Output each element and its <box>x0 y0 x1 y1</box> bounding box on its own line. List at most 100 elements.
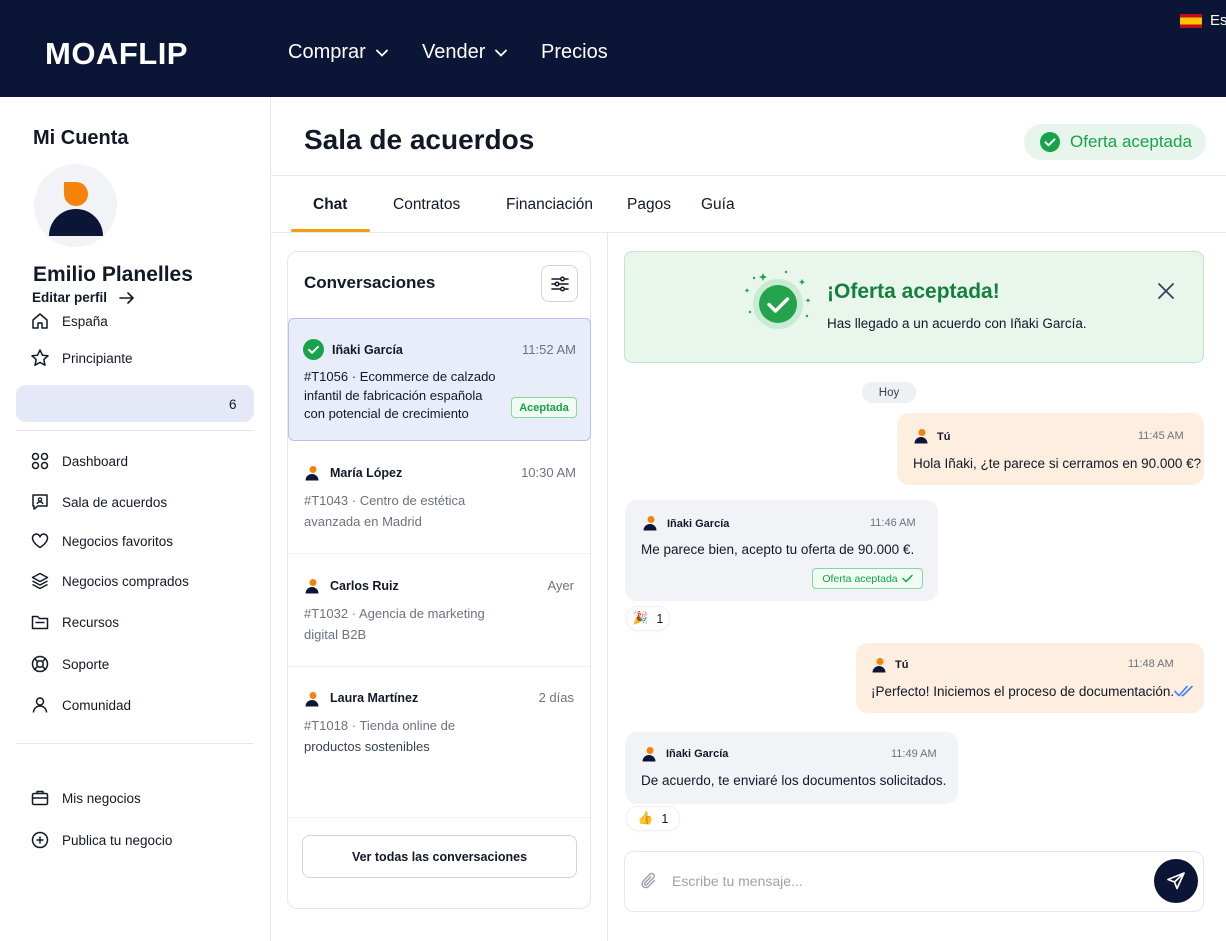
account-sidebar: Mi Cuenta Emilio Planelles <box>0 97 271 941</box>
sidebar-item-sala-de-acuerdos[interactable]: Sala de acuerdos <box>30 492 167 512</box>
success-check-icon <box>744 270 811 329</box>
deal-title-line: productos sostenibles <box>304 739 430 754</box>
sidebar-item-count-badge: 6 <box>229 397 237 412</box>
profile-location-label: España <box>62 313 108 329</box>
message-text: Hola Iñaki, ¿te parece si cerramos en 90… <box>913 456 1202 471</box>
sidebar-item-mis-negocios[interactable]: Mis negocios <box>30 788 141 808</box>
moaflip-logo[interactable]: MOAFLIP <box>45 36 188 72</box>
deal-title-line: infantil de fabricación española <box>304 387 483 403</box>
conversation-name: Carlos Ruiz <box>330 579 399 593</box>
banner-text: Has llegado a un acuerdo con Iñaki Garcí… <box>827 316 1087 331</box>
send-icon <box>1167 872 1185 890</box>
conversation-name: María López <box>330 466 403 480</box>
accepted-badge: Aceptada <box>511 397 577 418</box>
heart-icon <box>31 533 49 549</box>
status-badge: Oferta aceptada <box>1024 124 1206 160</box>
avatar <box>34 164 117 247</box>
see-all-conversations-button[interactable]: Ver todas las conversaciones <box>302 835 577 878</box>
nav-precios[interactable]: Precios <box>541 41 608 64</box>
home-icon <box>32 313 48 329</box>
message-time: 11:49 AM <box>891 748 937 760</box>
message-author: Iñaki García <box>667 518 730 530</box>
chevron-down-icon <box>495 49 508 57</box>
top-navigation-bar: MOAFLIP Comprar Vender Precios Es <box>0 0 1226 97</box>
deal-code: #T1043 <box>304 493 349 508</box>
conversations-title: Conversaciones <box>304 273 436 292</box>
deal-title-line: avanzada en Madrid <box>304 514 422 529</box>
header-divider <box>271 175 1226 176</box>
chevron-down-icon <box>375 49 388 57</box>
sidebar-item-negocios-comprados[interactable]: Negocios comprados <box>30 571 189 591</box>
nav-vender[interactable]: Vender <box>422 41 508 64</box>
person-icon <box>305 466 319 481</box>
nav-vender-label: Vender <box>422 41 486 63</box>
send-button[interactable] <box>1154 859 1198 903</box>
sidebar-item-dashboard[interactable]: Dashboard <box>30 451 128 471</box>
deal-code: #T1018 <box>304 718 349 733</box>
banner-title: ¡Oferta aceptada! <box>827 280 1000 303</box>
message-input[interactable] <box>672 870 1132 892</box>
arrow-right-icon <box>119 291 134 304</box>
deal-code: #T1032 <box>304 606 349 621</box>
sidebar-item-label: Dashboard <box>62 453 129 469</box>
briefcase-icon <box>31 790 49 806</box>
nav-comprar[interactable]: Comprar <box>288 41 388 64</box>
conversation-description: #T1018 · Tienda online de productos sost… <box>304 715 504 757</box>
offer-accepted-tag: Oferta aceptada <box>812 568 923 589</box>
chat-square-icon <box>32 494 48 510</box>
tab-guia[interactable]: Guía <box>701 196 735 214</box>
sidebar-item-label: Soporte <box>62 656 110 672</box>
person-icon <box>914 429 928 444</box>
separator-dot: · <box>351 369 357 384</box>
sidebar-item-recursos[interactable]: Recursos <box>30 612 119 632</box>
sidebar-item-publica-tu-negocio[interactable]: Publica tu negocio <box>30 830 172 850</box>
message-author: Tú <box>895 659 909 671</box>
close-icon[interactable] <box>1156 281 1176 301</box>
reaction-count: 1 <box>656 611 664 626</box>
tab-financiacion[interactable]: Financiación <box>506 196 593 214</box>
message-text: Me parece bien, acepto tu oferta de 90.0… <box>641 542 915 557</box>
deal-title-line: Agencia de marketing <box>358 606 485 621</box>
language-selector[interactable]: Es <box>1180 12 1226 29</box>
paperclip-icon[interactable] <box>640 872 657 890</box>
double-check-read-icon <box>1174 685 1193 697</box>
tab-pagos[interactable]: Pagos <box>627 196 671 214</box>
person-icon <box>305 692 319 707</box>
tab-chat[interactable]: Chat <box>313 196 347 214</box>
reaction-party[interactable]: 🎉 1 <box>626 606 670 631</box>
message-author: Iñaki García <box>666 748 729 760</box>
party-emoji-icon: 🎉 <box>632 611 649 625</box>
edit-profile-link[interactable]: Editar perfil <box>32 290 135 305</box>
user-icon <box>32 697 48 713</box>
sidebar-item-negocios-favoritos[interactable]: Negocios favoritos <box>30 531 173 551</box>
status-badge-label: Oferta aceptada <box>1070 132 1192 151</box>
nav-comprar-label: Comprar <box>288 41 366 63</box>
sidebar-item-label: Negocios comprados <box>62 573 189 589</box>
conversation-name: Laura Martínez <box>330 691 419 705</box>
reaction-thumbs-up[interactable]: 👍 1 <box>626 806 680 831</box>
sliders-icon <box>550 275 569 292</box>
layers-icon <box>31 572 49 590</box>
conversation-separator <box>288 817 590 818</box>
person-icon <box>305 579 319 594</box>
conversation-description: #T1032 · Agencia de marketing digital B2… <box>304 603 514 645</box>
sidebar-item-soporte[interactable]: Soporte <box>30 654 109 674</box>
user-name: Emilio Planelles <box>33 263 193 286</box>
tab-contratos[interactable]: Contratos <box>393 196 460 214</box>
deal-title-line: con potencial de crecimiento <box>304 406 469 421</box>
sidebar-title: Mi Cuenta <box>33 127 129 149</box>
sidebar-item-label: Publica tu negocio <box>62 832 173 848</box>
sidebar-item-comunidad[interactable]: Comunidad <box>30 695 131 715</box>
folder-icon <box>31 615 49 630</box>
filter-button[interactable] <box>541 265 578 302</box>
conversation-time: 11:52 AM <box>522 342 576 357</box>
reaction-count: 1 <box>661 811 669 826</box>
page-title: Sala de acuerdos <box>304 124 535 155</box>
separator-dot: · <box>351 493 357 508</box>
sidebar-item-label: Comunidad <box>62 697 132 713</box>
conversation-description: #T1056 · Ecommerce de calzado infantil d… <box>304 368 514 424</box>
day-separator: Hoy <box>862 382 916 403</box>
language-label: Es <box>1210 12 1226 29</box>
message-text: De acuerdo, te enviaré los documentos so… <box>641 773 947 788</box>
deal-title-line: Centro de estética <box>359 493 466 508</box>
